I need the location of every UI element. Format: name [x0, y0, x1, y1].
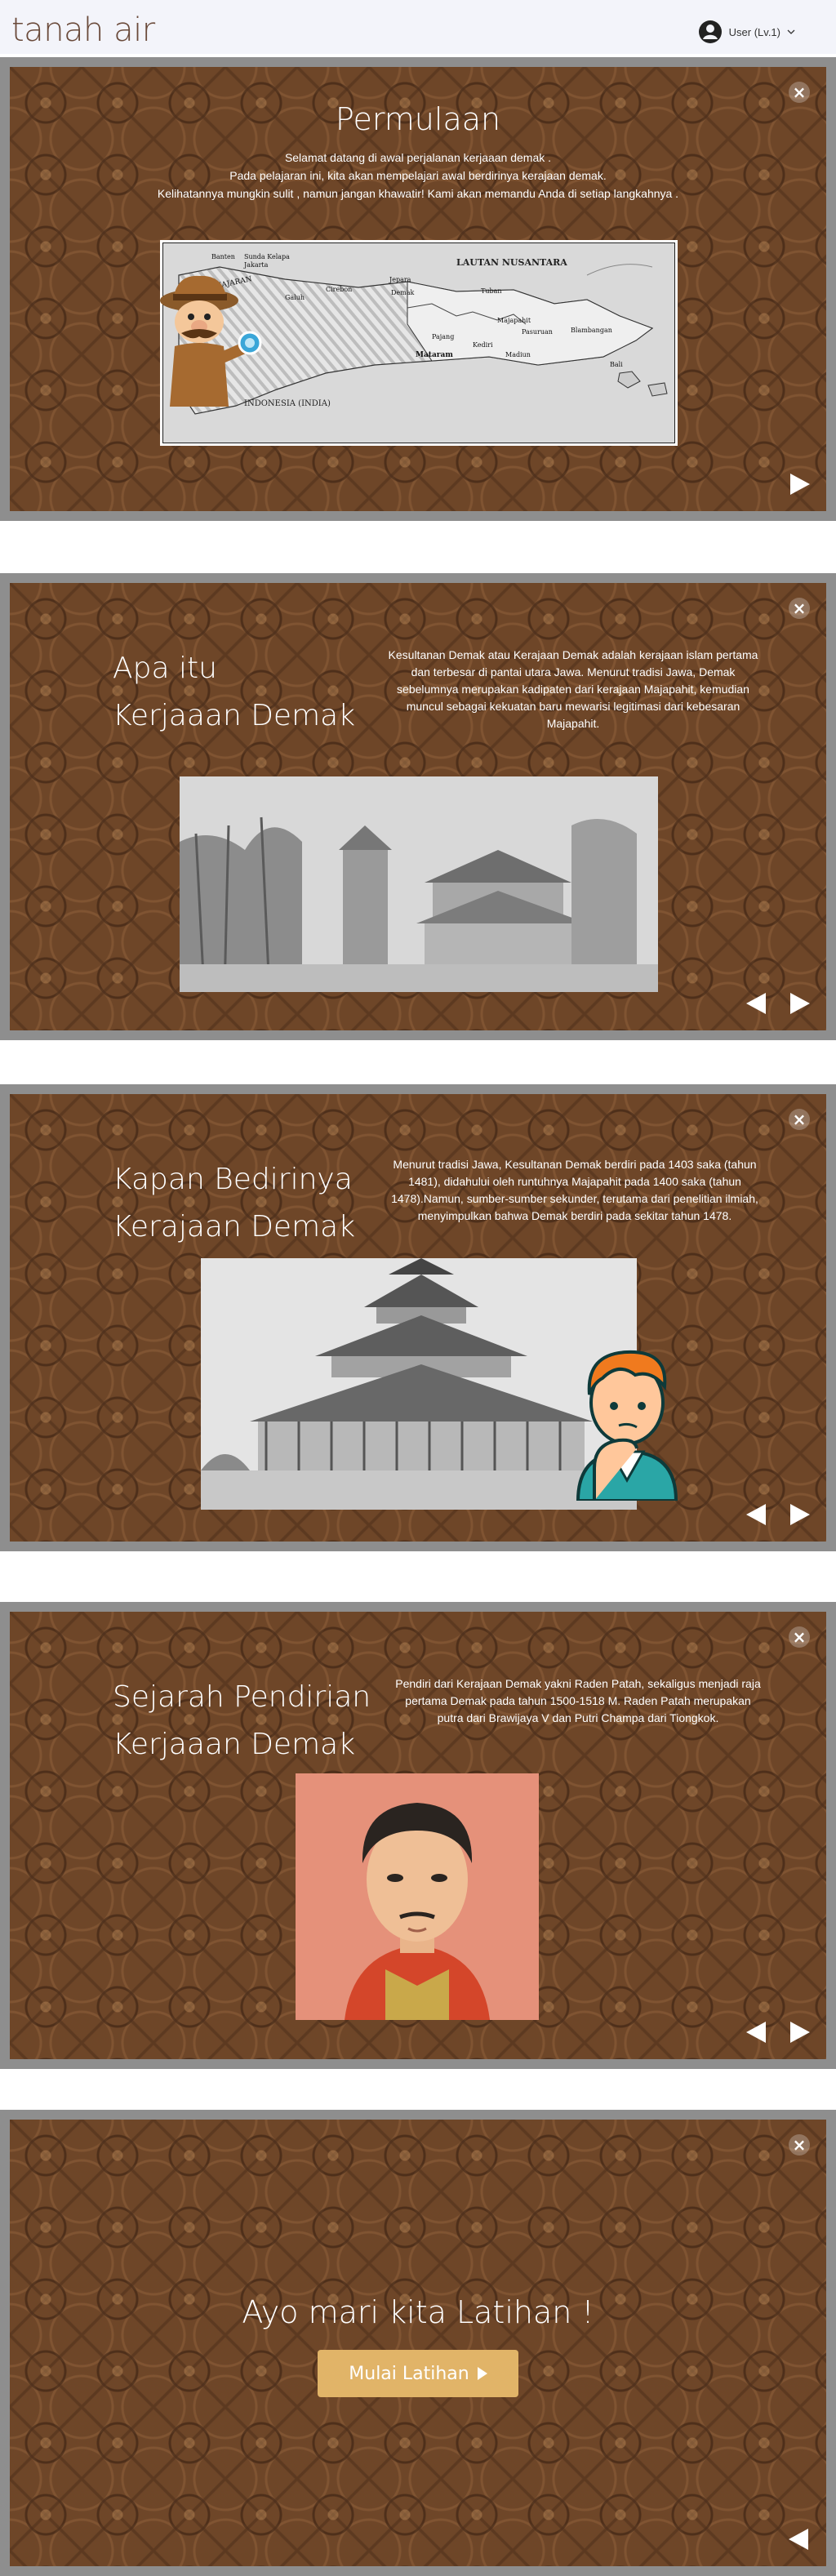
- next-button[interactable]: [787, 991, 812, 1016]
- map-place: Majapahit: [497, 317, 531, 324]
- map-place: Jepara: [389, 276, 411, 283]
- slide-title: Kapan Bedirinya Kerajaan Demak: [113, 1156, 355, 1251]
- user-menu[interactable]: User (Lv.1): [698, 20, 795, 44]
- next-button[interactable]: [787, 472, 812, 496]
- slide-latihan: × Ayo mari kita Latihan ! Mulai Latihan: [0, 2110, 836, 2576]
- start-exercise-label: Mulai Latihan: [349, 2363, 469, 2384]
- intro-line-3: Kelihatannya mungkin sulit , namun janga…: [157, 187, 679, 200]
- next-button[interactable]: [787, 1502, 812, 1527]
- title-line-2: Kerjaaan Demak: [113, 699, 356, 732]
- prev-button[interactable]: [745, 2020, 769, 2044]
- arrow-right-icon: [790, 474, 810, 495]
- arrow-left-icon: [789, 2529, 808, 2550]
- slide-sejarah-pendirian: × Sejarah Pendirian Kerjaaan Demak Pendi…: [0, 1602, 836, 2069]
- arrow-right-icon: [790, 993, 810, 1014]
- user-label: User (Lv.1): [728, 25, 780, 38]
- slide-panel: × Ayo mari kita Latihan ! Mulai Latihan: [10, 2120, 826, 2566]
- arrow-left-icon: [746, 2022, 766, 2043]
- map-place: Demak: [391, 289, 415, 296]
- intro-line-1: Selamat datang di awal perjalanan kerjaa…: [284, 151, 552, 164]
- arrow-right-icon: [790, 1504, 810, 1525]
- brand-title[interactable]: tanah air: [11, 11, 155, 49]
- map-place: Kediri: [473, 341, 493, 349]
- map-place: Bali: [610, 361, 623, 368]
- slide-panel: × Permulaan Selamat datang di awal perja…: [10, 67, 826, 511]
- prev-button[interactable]: [745, 1502, 769, 1527]
- map-place: Cirebon: [326, 286, 352, 293]
- map-place: Mataram: [416, 351, 453, 359]
- raden-patah-portrait: [296, 1773, 539, 2020]
- map-place: Madiun: [505, 351, 531, 358]
- chevron-down-icon: [787, 29, 795, 34]
- slide-title: Sejarah Pendirian Kerjaaan Demak: [113, 1674, 371, 1768]
- slide-text: Kesultanan Demak atau Kerajaan Demak ada…: [388, 648, 758, 730]
- close-icon[interactable]: ×: [789, 82, 810, 103]
- close-icon[interactable]: ×: [789, 1109, 810, 1130]
- slide-panel: × Apa itu Kerjaaan Demak Kesultanan Dema…: [10, 583, 826, 1030]
- map-place: Banten: [211, 253, 235, 260]
- close-icon[interactable]: ×: [789, 2134, 810, 2156]
- explorer-mascot-image: [160, 275, 262, 407]
- title-line-2: Kerjaaan Demak: [113, 1728, 356, 1761]
- arrow-right-icon: [790, 2022, 810, 2043]
- close-icon[interactable]: ×: [789, 1626, 810, 1648]
- demak-mosque-drawing: [180, 776, 658, 992]
- slide-text: Pendiri dari Kerajaan Demak yakni Raden …: [395, 1677, 761, 1724]
- title-line-2: Kerajaan Demak: [113, 1210, 356, 1244]
- slide-title: Permulaan: [335, 101, 501, 137]
- cta-title: Ayo mari kita Latihan !: [242, 2294, 594, 2330]
- map-sea-label: LAUTAN NUSANTARA: [456, 257, 567, 268]
- map-place: Galuh: [285, 294, 305, 301]
- prev-button[interactable]: [787, 2527, 812, 2552]
- prev-button[interactable]: [745, 991, 769, 1016]
- slide-kapan-berdiri: × Kapan Bedirinya Kerajaan Demak Menurut…: [0, 1084, 836, 1551]
- title-line-1: Apa itu: [113, 652, 217, 685]
- top-bar: tanah air User (Lv.1): [0, 0, 836, 54]
- play-icon: [477, 2367, 487, 2380]
- map-place: Tuban: [481, 287, 502, 295]
- map-place: Blambangan: [571, 327, 612, 334]
- slide-title: Apa itu Kerjaaan Demak: [113, 645, 355, 740]
- slide-panel: × Kapan Bedirinya Kerajaan Demak Menurut…: [10, 1094, 826, 1542]
- map-place: Sunda Kelapa: [244, 253, 290, 260]
- intro-line-2: Pada pelajaran ini, kita akan mempelajar…: [229, 169, 607, 182]
- title-line-1: Kapan Bedirinya: [113, 1163, 353, 1196]
- slide-permulaan: × Permulaan Selamat datang di awal perja…: [0, 57, 836, 521]
- map-place: Pajang: [432, 333, 454, 340]
- user-circle-icon: [698, 20, 722, 43]
- next-button[interactable]: [787, 2020, 812, 2044]
- title-line-1: Sejarah Pendirian: [113, 1680, 371, 1714]
- slide-apa-itu: × Apa itu Kerjaaan Demak Kesultanan Dema…: [0, 573, 836, 1040]
- start-exercise-button[interactable]: Mulai Latihan: [318, 2350, 518, 2397]
- arrow-left-icon: [746, 993, 766, 1014]
- thinking-boy-image: [576, 1350, 678, 1501]
- close-icon[interactable]: ×: [789, 598, 810, 619]
- arrow-left-icon: [746, 1504, 766, 1525]
- map-place: Pasuruan: [522, 328, 553, 336]
- slide-text: Menurut tradisi Jawa, Kesultanan Demak b…: [391, 1158, 758, 1222]
- slide-panel: × Sejarah Pendirian Kerjaaan Demak Pendi…: [10, 1612, 826, 2059]
